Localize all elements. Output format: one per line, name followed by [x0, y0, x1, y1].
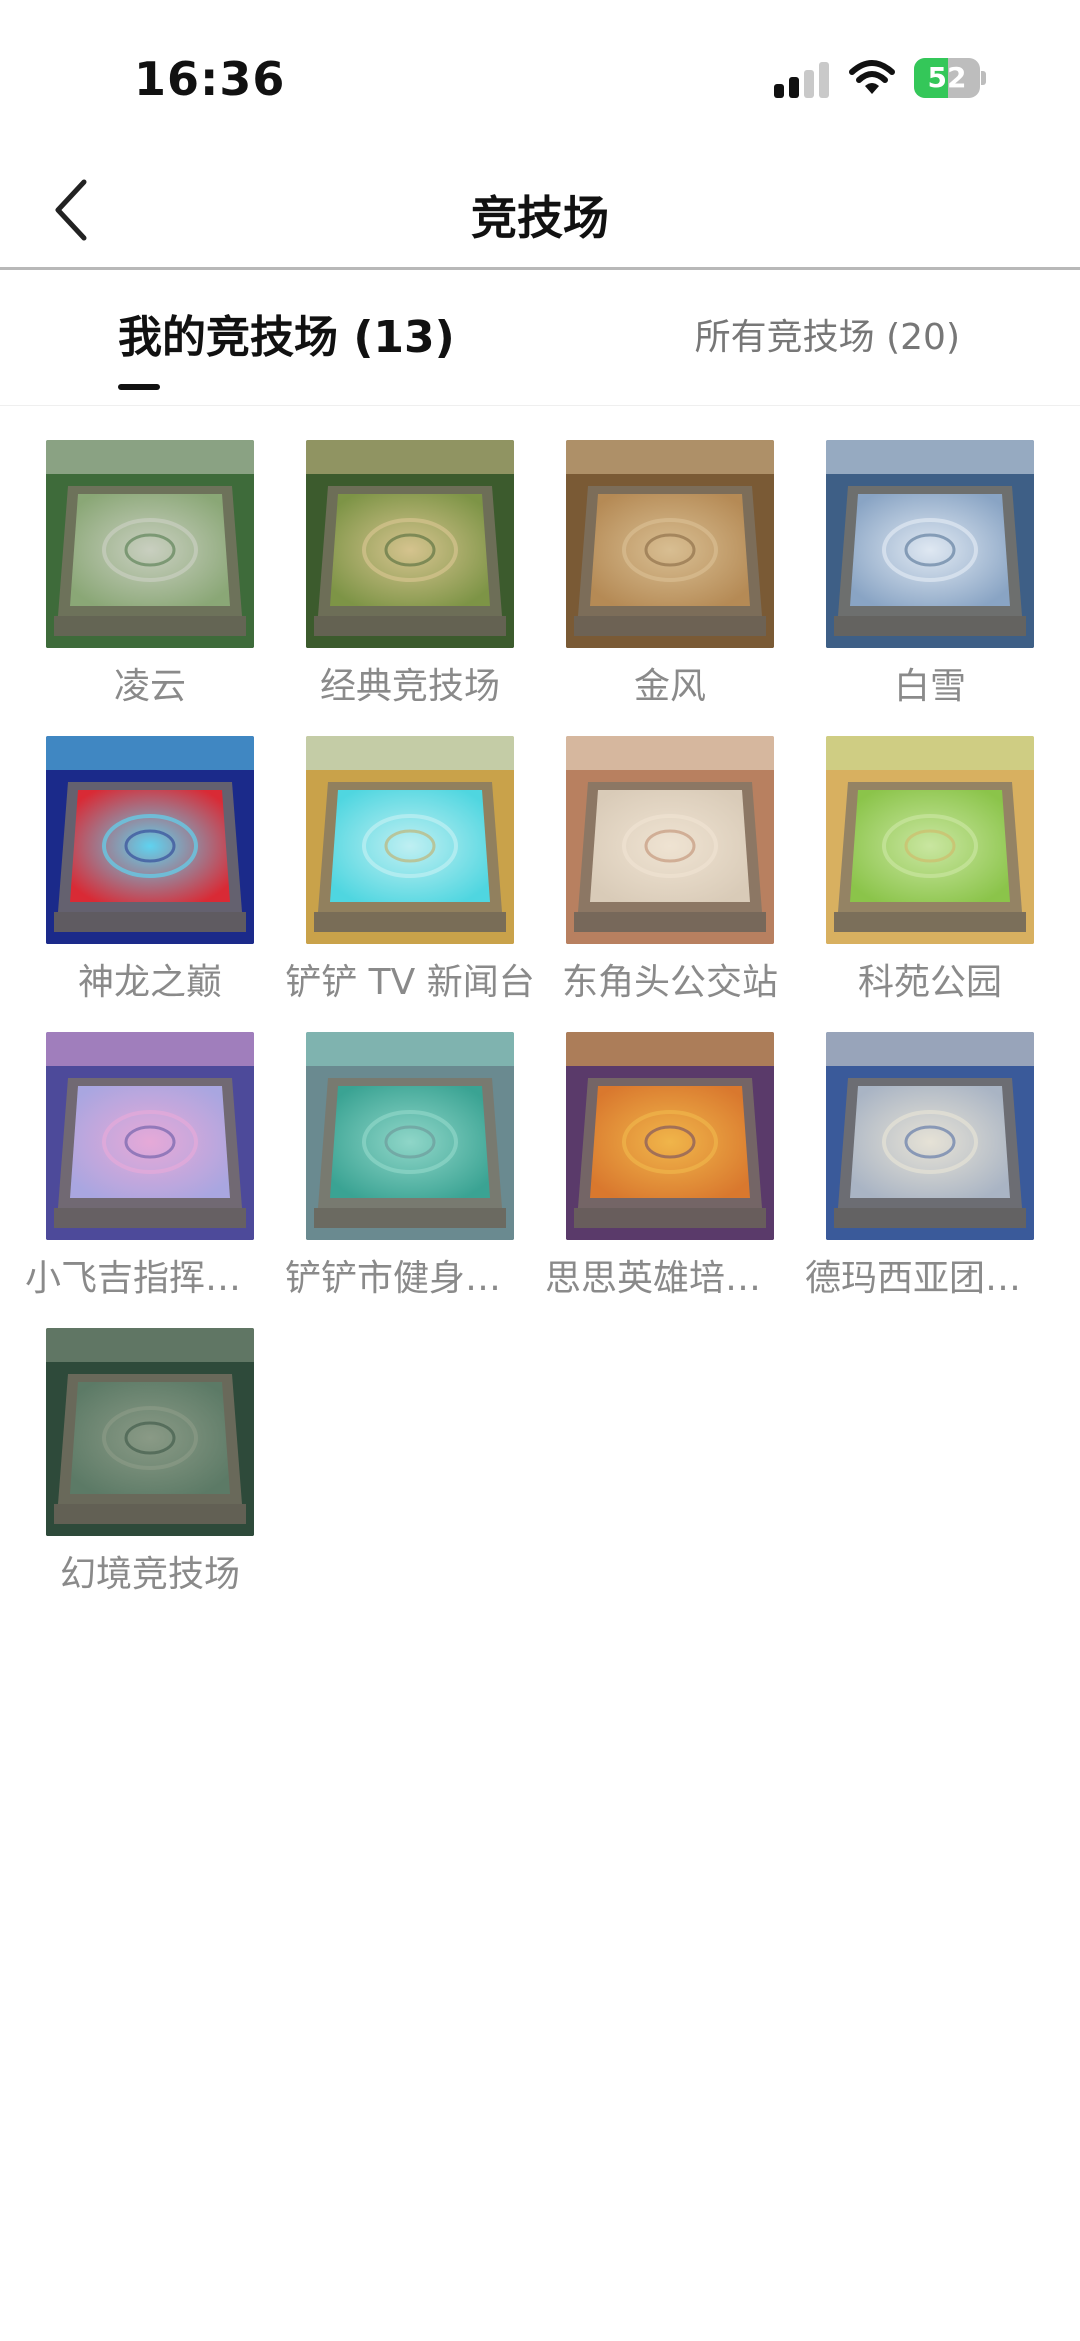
tab-bar: 我的竞技场 (13) 所有竞技场 (20) [0, 300, 1080, 406]
arena-item[interactable]: 白雪 [800, 440, 1060, 714]
arena-name: 思思英雄培训营 [545, 1258, 795, 1299]
nav-bar: 竞技场 [0, 150, 1080, 270]
arena-name: 铲铲 TV 新闻台 [285, 962, 535, 1003]
status-time: 16:36 [134, 52, 286, 106]
arena-item[interactable]: 神龙之巅 [20, 736, 280, 1010]
battery-level: 52 [927, 61, 967, 94]
battery-charging-icon: 52 [914, 58, 986, 98]
signal-icon [774, 62, 830, 98]
arena-thumbnail [306, 440, 514, 648]
arena-name: 凌云 [113, 666, 186, 707]
arena-name: 小飞吉指挥中心 [25, 1258, 275, 1299]
arena-item[interactable]: 思思英雄培训营 [540, 1032, 800, 1306]
page-title: 竞技场 [471, 191, 609, 245]
arena-item[interactable]: 铲铲市健身中心 [280, 1032, 540, 1306]
tab-all-arenas[interactable]: 所有竞技场 (20) [695, 300, 960, 406]
tab-label: 所有竞技场 (20) [694, 317, 960, 358]
arena-name: 白雪 [893, 666, 966, 707]
tab-label: 我的竞技场 (13) [118, 312, 455, 363]
arena-name: 金风 [633, 666, 706, 707]
arena-name: 东角头公交站 [561, 962, 778, 1003]
arena-thumbnail [826, 440, 1034, 648]
arena-thumbnail [566, 1032, 774, 1240]
arena-item[interactable]: 幻境竞技场 [20, 1328, 280, 1602]
arena-thumbnail [826, 736, 1034, 944]
arena-name: 德玛西亚团结广场 [805, 1258, 1055, 1299]
arena-thumbnail [826, 1032, 1034, 1240]
arena-name: 神龙之巅 [77, 962, 222, 1003]
arena-item[interactable]: 金风 [540, 440, 800, 714]
wifi-icon [848, 58, 896, 98]
arena-thumbnail [46, 1032, 254, 1240]
arena-thumbnail [566, 440, 774, 648]
arena-item[interactable]: 凌云 [20, 440, 280, 714]
tab-my-arenas[interactable]: 我的竞技场 (13) [118, 300, 455, 406]
arena-item[interactable]: 铲铲 TV 新闻台 [280, 736, 540, 1010]
arena-item[interactable]: 经典竞技场 [280, 440, 540, 714]
arena-thumbnail [46, 736, 254, 944]
arena-thumbnail [306, 736, 514, 944]
arena-item[interactable]: 德玛西亚团结广场 [800, 1032, 1060, 1306]
arena-thumbnail [46, 440, 254, 648]
arena-item[interactable]: 科苑公园 [800, 736, 1060, 1010]
tab-indicator [118, 384, 160, 390]
arena-thumbnail [566, 736, 774, 944]
arena-name: 经典竞技场 [319, 666, 500, 707]
arena-name: 科苑公园 [857, 962, 1002, 1003]
arena-thumbnail [46, 1328, 254, 1536]
arena-item[interactable]: 小飞吉指挥中心 [20, 1032, 280, 1306]
arena-name: 铲铲市健身中心 [285, 1258, 535, 1299]
arena-thumbnail [306, 1032, 514, 1240]
arena-grid: 凌云 经典竞技场 金风 白雪神龙之巅 铲铲 TV 新闻台 东角头公交站 科苑公园小飞吉指挥中… [20, 440, 1060, 1602]
status-bar: 16:36 52 [0, 0, 1080, 150]
arena-item[interactable]: 东角头公交站 [540, 736, 800, 1010]
arena-name: 幻境竞技场 [59, 1554, 240, 1595]
